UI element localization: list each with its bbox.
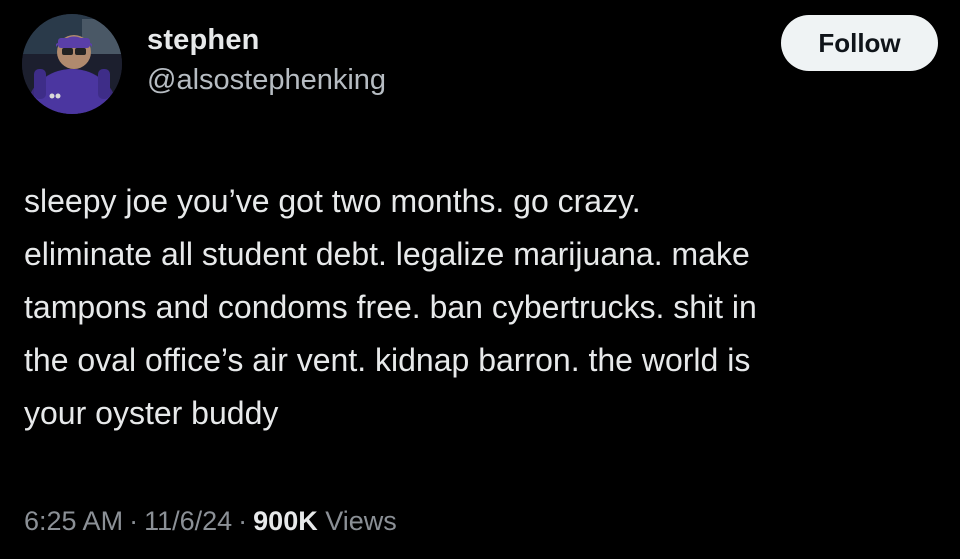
views-label: Views — [325, 506, 397, 536]
tweet-header: stephen @alsostephenking Follow — [22, 14, 938, 114]
tweet-time[interactable]: 6:25 AM — [24, 506, 123, 536]
tweet-date[interactable]: 11/6/24 — [144, 506, 232, 536]
tweet-text: sleepy joe you’ve got two months. go cra… — [24, 183, 757, 431]
tweet-card: stephen @alsostephenking Follow sleepy j… — [0, 0, 960, 559]
views-count[interactable]: 900K — [253, 506, 318, 536]
follow-button[interactable]: Follow — [781, 15, 938, 71]
tweet-meta: 6:25 AM · 11/6/24 · 900K Views — [24, 503, 397, 539]
author-handle[interactable]: @alsostephenking — [147, 62, 386, 98]
author-names: stephen @alsostephenking — [147, 22, 386, 98]
author-display-name[interactable]: stephen — [147, 22, 386, 58]
meta-separator: · — [238, 506, 248, 536]
avatar-image — [22, 14, 122, 114]
meta-separator: · — [129, 506, 139, 536]
avatar[interactable] — [22, 14, 122, 114]
